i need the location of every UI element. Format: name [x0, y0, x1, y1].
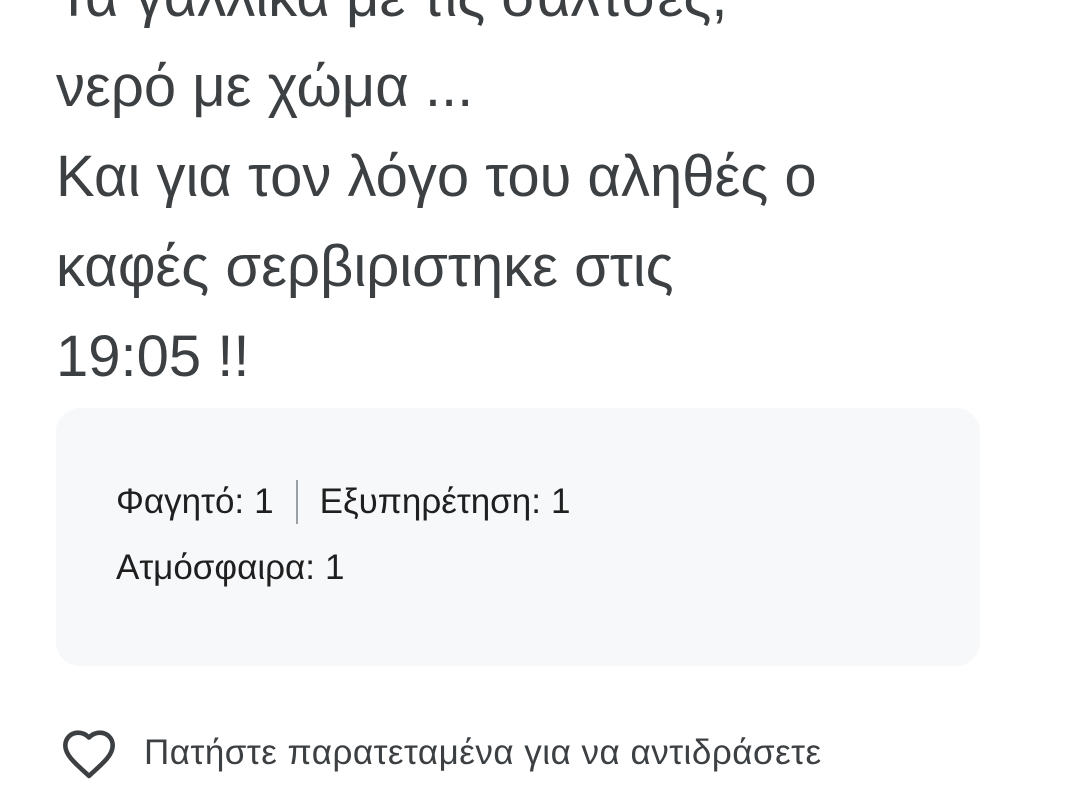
- review-line: Τα γαλλικά με τις σάλτσες,: [56, 0, 1016, 42]
- ratings-row: Φαγητό: 1 Εξυπηρέτηση: 1: [116, 480, 570, 524]
- heart-outline-icon[interactable]: [60, 726, 118, 780]
- service-rating-value: 1: [550, 482, 571, 521]
- atmosphere-rating-value: 1: [324, 548, 345, 587]
- food-rating-value: 1: [254, 482, 274, 521]
- review-line: Και για τον λόγο του αληθές ο: [56, 144, 817, 209]
- food-rating-label: Φαγητό:: [116, 482, 245, 521]
- review-line: καφές σερβιριστηκε στις: [56, 234, 674, 299]
- atmosphere-rating-label: Ατμόσφαιρα:: [116, 548, 315, 587]
- rating-separator: [295, 480, 298, 524]
- service-rating-label: Εξυπηρέτηση:: [319, 482, 541, 521]
- react-button[interactable]: Πατήστε παρατεταμένα για να αντιδράσετε: [60, 726, 822, 780]
- review-line: νερό με χώμα ...: [56, 54, 474, 119]
- react-label: Πατήστε παρατεταμένα για να αντιδράσετε: [144, 733, 822, 772]
- ratings-box: Φαγητό: 1 Εξυπηρέτηση: 1 Ατμόσφαιρα: 1: [56, 408, 980, 666]
- review-line: 19:05 !!: [56, 324, 250, 389]
- ratings-row: Ατμόσφαιρα: 1: [116, 548, 344, 588]
- review-text: Τα γαλλικά με τις σάλτσες, νερό με χώμα …: [56, 0, 1016, 402]
